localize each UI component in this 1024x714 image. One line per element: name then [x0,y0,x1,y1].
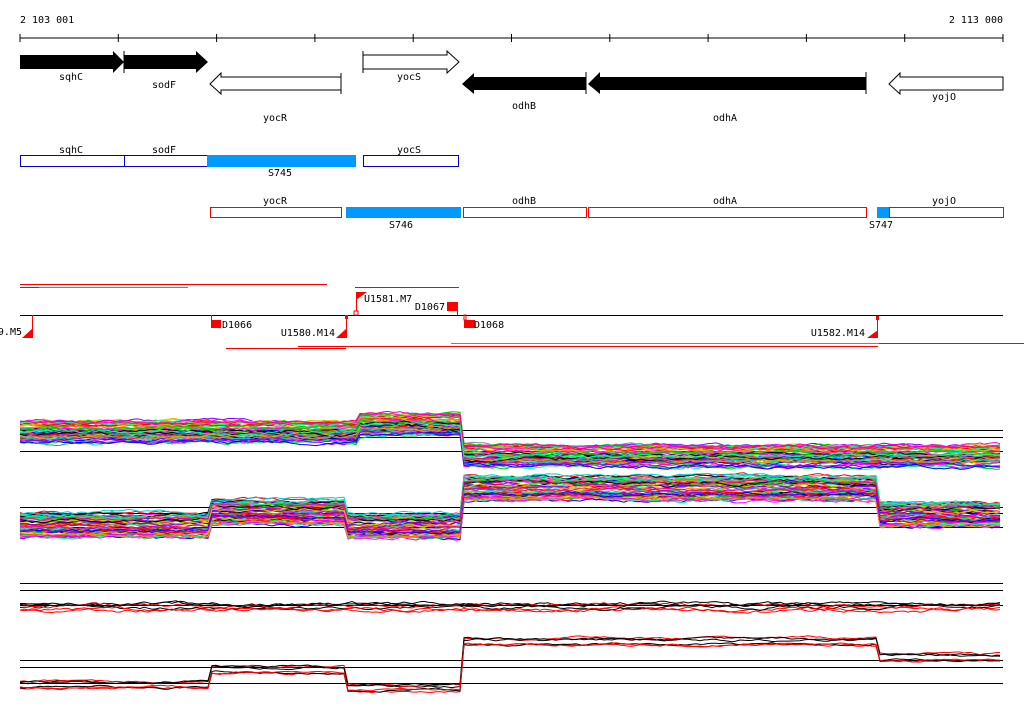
operon-odhB[interactable] [463,207,587,218]
marker-label: D1067 [415,302,445,313]
marker-label: U1581.M7 [364,294,412,305]
gene-label: odhA [713,113,737,124]
marker-D1066[interactable]: D1066 [211,315,252,331]
operon-label: yojO [932,196,956,207]
expression-plot-summary-lower [19,635,1003,694]
scale-start-label: 2 103 001 [20,15,74,26]
gene-odhB[interactable]: odhB [462,72,587,112]
operon-label: S746 [389,220,413,231]
operon-label: sodF [152,145,176,156]
operon-yojO[interactable] [889,207,1004,218]
operon-label: S747 [869,220,893,231]
operon-sqhC[interactable] [20,155,125,167]
marker-U1582-M14[interactable]: U1582.M14 [811,316,879,339]
gene-label: sqhC [59,72,83,83]
gene-label: yocR [263,113,288,124]
operon-yocR[interactable] [210,207,342,218]
gene-sqhC[interactable]: sqhC [20,51,124,83]
gene-yocR[interactable]: yocR [209,71,342,124]
marker-U1581-M7[interactable]: U1581.M7 [353,292,412,316]
expression-plot-multi-lower [19,472,1003,541]
operon-yocS[interactable] [363,155,459,167]
gene-label: yocS [397,72,421,83]
operon-track-red: yocR S746 odhB odhA S747 yojO [210,196,1004,231]
operon-label: S745 [268,168,292,179]
operon-track-blue: sqhC sodF S745 yocS [20,145,459,179]
marker-label: U1582.M14 [811,328,865,339]
expression-plot-summary-upper [19,583,1003,614]
gene-sodF[interactable]: sodF [123,51,208,91]
operon-odhA[interactable] [588,207,867,218]
marker-label: D1068 [474,320,504,331]
gene-yojO[interactable]: yojO [888,71,1004,103]
operon-label: odhB [512,196,536,207]
marker-D1068[interactable]: D1068 [463,314,504,331]
gene-track: sqhC sodF yocR yocS odhB odhA yojO [20,49,1004,124]
gene-label: yojO [932,92,956,103]
marker-D1067[interactable]: D1067 [415,302,458,315]
marker-label: 9.M5 [0,327,22,338]
scale-end-label: 2 113 000 [949,15,1003,26]
operon-label: yocS [397,145,421,156]
operon-S747[interactable] [877,207,889,218]
gene-yocS[interactable]: yocS [362,49,460,83]
operon-label: yocR [263,196,288,207]
genome-browser-view: 2 103 001 2 113 000 sqhC sodF yocR yocS [0,15,1024,694]
expression-series-line [19,635,1001,687]
expression-plot-multi-upper [19,410,1003,471]
operon-S745[interactable] [207,155,356,167]
gene-odhA[interactable]: odhA [588,72,867,124]
gene-label: odhB [512,101,536,112]
marker-U1580-M14[interactable]: U1580.M14 [281,315,348,339]
marker-label: D1066 [222,320,252,331]
operon-S746[interactable] [346,207,461,218]
gene-label: sodF [152,80,176,91]
transcript-marker-track: 9.M5 D1066 U1580.M14 U1581.M7 D1067 D106… [0,284,1024,349]
scale-ruler: 2 103 001 2 113 000 [19,15,1004,42]
marker-label: U1580.M14 [281,328,335,339]
operon-label: odhA [713,196,737,207]
operon-sodF[interactable] [124,155,208,167]
marker-9-M5[interactable]: 9.M5 [0,315,33,338]
operon-label: sqhC [59,145,83,156]
